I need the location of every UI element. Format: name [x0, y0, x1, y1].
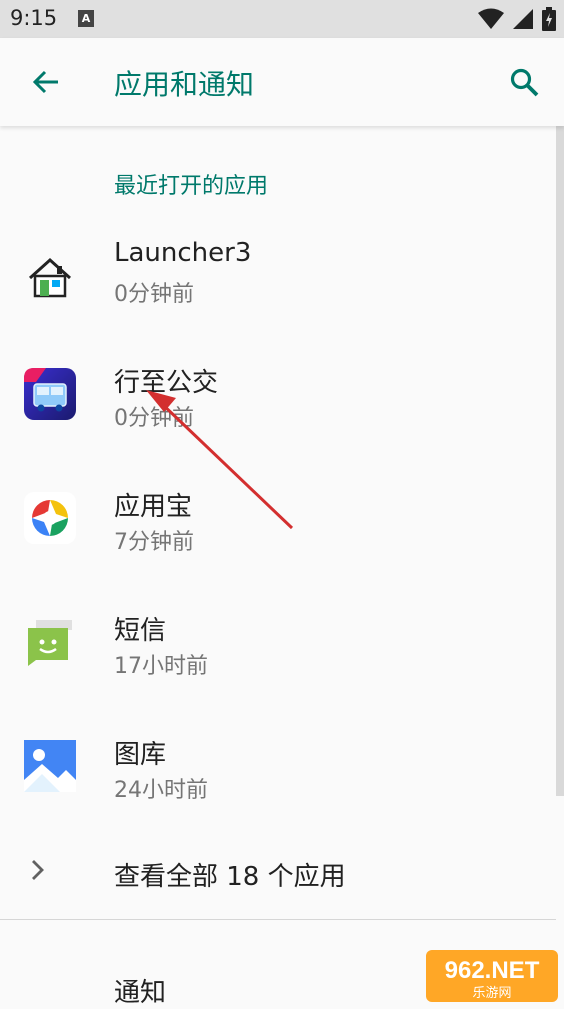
recent-apps-header: 最近打开的应用: [114, 174, 269, 199]
divider: [0, 919, 556, 920]
chevron-right-icon: [32, 860, 44, 880]
back-button[interactable]: [24, 60, 68, 104]
app-row-launcher3[interactable]: Launcher3 0分钟前: [0, 238, 556, 362]
scrollbar[interactable]: [556, 126, 564, 796]
search-icon: [510, 68, 539, 97]
wifi-icon: [478, 8, 504, 29]
status-bar: 9:15 A: [0, 0, 564, 38]
status-time: 9:15: [10, 6, 58, 30]
battery-icon: [542, 7, 556, 31]
content-area: 最近打开的应用 Launcher3 0分钟前 行至公交 0分钟前 应用宝 7分钟…: [0, 126, 564, 1008]
arrow-back-icon: [32, 70, 58, 94]
bus-icon: [24, 368, 76, 420]
search-button[interactable]: [502, 60, 546, 104]
app-row-messages[interactable]: 短信 17小时前: [0, 610, 556, 734]
watermark-brand: 962.NET: [445, 957, 540, 984]
watermark-logo: 962.NET 乐游网: [426, 950, 558, 1002]
see-all-apps-button[interactable]: 查看全部 18 个应用: [0, 826, 556, 916]
accessibility-notification-icon: A: [78, 10, 94, 27]
app-name: Launcher3: [114, 238, 252, 268]
app-name: 短信: [114, 616, 167, 646]
app-last-opened: 7分钟前: [114, 530, 194, 555]
notifications-item[interactable]: 通知: [114, 972, 166, 1009]
signal-icon: [513, 9, 533, 29]
watermark-graphic: 962.NET 乐游网: [426, 950, 558, 1002]
see-all-apps-label: 查看全部 18 个应用: [114, 862, 346, 892]
message-icon: [28, 620, 72, 666]
app-name: 行至公交: [114, 368, 219, 398]
app-bar: 应用和通知: [0, 38, 564, 126]
app-name: 应用宝: [114, 492, 193, 522]
app-last-opened: 24小时前: [114, 778, 208, 803]
app-last-opened: 17小时前: [114, 654, 208, 679]
app-name: 图库: [114, 740, 167, 770]
appstore-icon: [24, 492, 76, 544]
gallery-icon: [24, 740, 76, 792]
page-title: 应用和通知: [114, 68, 255, 101]
watermark-sub: 乐游网: [472, 986, 511, 1001]
app-row-appstore[interactable]: 应用宝 7分钟前: [0, 486, 556, 610]
house-icon: [28, 257, 72, 298]
app-row-xingzhi-bus[interactable]: 行至公交 0分钟前: [0, 362, 556, 486]
app-last-opened: 0分钟前: [114, 406, 194, 431]
app-last-opened: 0分钟前: [114, 282, 194, 307]
status-icons: [478, 7, 556, 31]
